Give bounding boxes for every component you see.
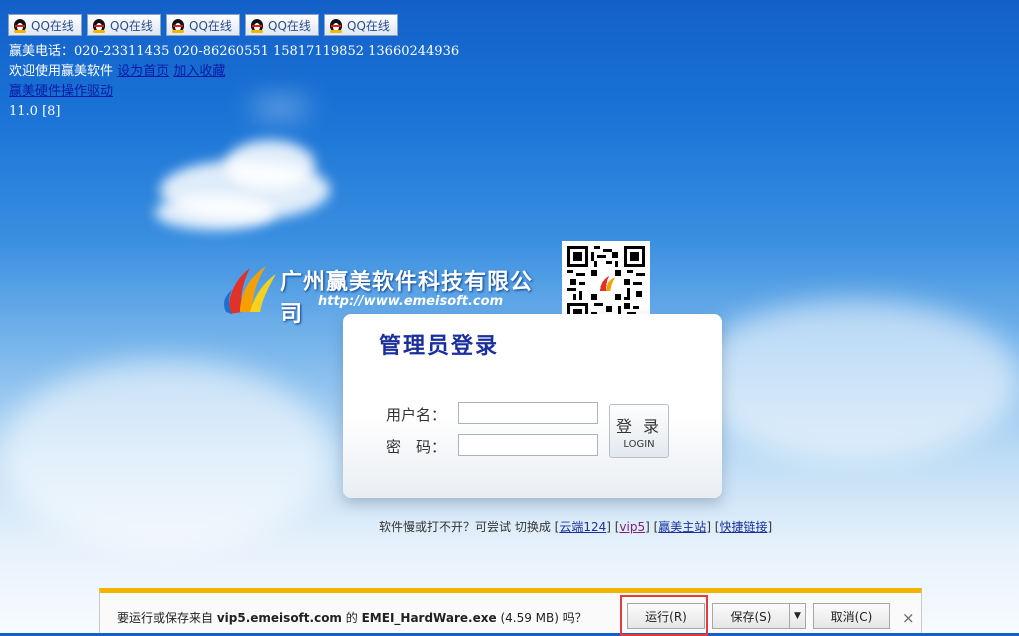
download-notification-bar: 要运行或保存来自 vip5.emeisoft.com 的 EMEI_HardWa… <box>99 588 922 636</box>
qq-online-button[interactable]: QQ在线 <box>245 14 319 36</box>
run-button[interactable]: 运行(R) <box>627 603 705 629</box>
login-button-sublabel: LOGIN <box>623 439 655 450</box>
download-de: 的 <box>345 611 358 625</box>
cloud <box>690 300 1019 460</box>
password-label: 密 码： <box>386 438 447 456</box>
qq-penguin-icon <box>91 17 107 33</box>
switch-server-hint: 软件慢或打不开？可尝试 切换成 [云端124] [vip5] [赢美主站] [快… <box>379 520 773 534</box>
welcome-text: 欢迎使用赢美软件 <box>9 64 114 79</box>
chevron-down-icon: ▼ <box>794 611 801 621</box>
download-message: 要运行或保存来自 vip5.emeisoft.com 的 EMEI_HardWa… <box>117 609 587 626</box>
download-prefix: 要运行或保存来自 <box>117 611 214 625</box>
save-options-dropdown[interactable]: ▼ <box>789 603 806 629</box>
save-button[interactable]: 保存(S) <box>712 603 790 629</box>
set-homepage-link[interactable]: 设为首页 <box>117 64 169 79</box>
qq-online-button[interactable]: QQ在线 <box>324 14 398 36</box>
company-logo: 广州赢美软件科技有限公司 http://www.emeisoft.com <box>220 258 550 327</box>
add-favorite-link[interactable]: 加入收藏 <box>173 64 225 79</box>
download-suffix: 吗？ <box>562 611 587 625</box>
hint-text: 软件慢或打不开？可尝试 切换成 <box>379 520 551 534</box>
qq-button-label: QQ在线 <box>268 18 311 33</box>
vip5-link[interactable]: vip5 <box>619 520 645 534</box>
qq-button-label: QQ在线 <box>110 18 153 33</box>
download-filename: EMEI_HardWare.exe <box>361 611 497 625</box>
login-button[interactable]: 登 录 LOGIN <box>609 404 669 458</box>
qq-online-bar: QQ在线 QQ在线 QQ在线 QQ在线 QQ在线 <box>8 14 398 36</box>
cloud <box>225 140 315 190</box>
welcome-line: 欢迎使用赢美软件 设为首页 加入收藏 <box>9 62 225 82</box>
username-input[interactable] <box>458 402 598 424</box>
main-site-link[interactable]: 赢美主站 <box>658 520 706 534</box>
cloud <box>155 195 275 230</box>
phone-line: 赢美电话：020-23311435 020-86260551 158171198… <box>9 44 460 59</box>
password-input[interactable] <box>458 434 598 456</box>
qq-online-button[interactable]: QQ在线 <box>87 14 161 36</box>
qq-online-button[interactable]: QQ在线 <box>8 14 82 36</box>
qq-button-label: QQ在线 <box>31 18 74 33</box>
cloud <box>250 100 310 115</box>
emei-logo-icon <box>224 266 276 314</box>
qq-online-button[interactable]: QQ在线 <box>166 14 240 36</box>
qq-penguin-icon <box>12 17 28 33</box>
login-button-label: 登 录 <box>615 417 663 436</box>
version-label: 11.0 [8] <box>9 104 61 119</box>
cloud <box>0 360 330 550</box>
download-host: vip5.emeisoft.com <box>216 611 342 625</box>
cancel-button[interactable]: 取消(C) <box>813 603 890 629</box>
quick-link[interactable]: 快捷链接 <box>720 520 768 534</box>
login-title: 管理员登录 <box>379 333 500 359</box>
qr-code-icon <box>567 246 645 324</box>
download-size: (4.59 MB) <box>500 611 559 625</box>
company-url: http://www.emeisoft.com <box>318 294 504 309</box>
qq-button-label: QQ在线 <box>347 18 390 33</box>
hardware-driver-link[interactable]: 赢美硬件操作驱动 <box>9 84 113 99</box>
qq-penguin-icon <box>170 17 186 33</box>
close-icon[interactable]: × <box>902 609 915 627</box>
qq-penguin-icon <box>249 17 265 33</box>
qq-penguin-icon <box>328 17 344 33</box>
driver-line: 赢美硬件操作驱动 <box>9 82 113 102</box>
username-label: 用户名： <box>386 406 447 424</box>
admin-login-panel: 管理员登录 用户名： 密 码： 登 录 LOGIN <box>343 314 722 498</box>
qq-button-label: QQ在线 <box>189 18 232 33</box>
cloud-124-link[interactable]: 云端124 <box>559 520 606 534</box>
